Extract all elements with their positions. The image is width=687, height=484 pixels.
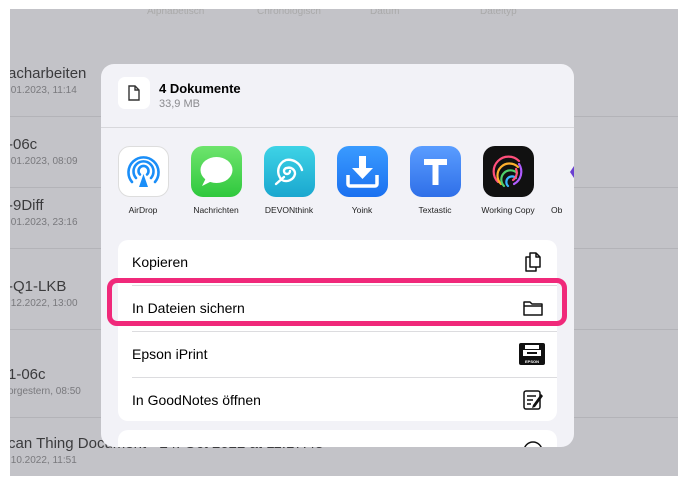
highlight-frame <box>107 278 567 326</box>
app-label: Working Copy <box>481 205 535 215</box>
app-label: DEVONthink <box>264 205 314 215</box>
share-app-messages[interactable]: Nachrichten <box>181 146 251 215</box>
share-app-airdrop[interactable]: AirDrop <box>108 146 178 215</box>
file-date: .01.2023, 08:09 <box>10 156 78 167</box>
share-size: 33,9 MB <box>159 98 200 110</box>
share-app-working-copy[interactable]: Working Copy <box>473 146 543 215</box>
sort-tab[interactable]: Datum <box>370 9 399 17</box>
share-app-yoink[interactable]: Yoink <box>327 146 397 215</box>
file-name: -9Diff <box>10 197 44 214</box>
sort-tab[interactable]: Dateityp <box>480 9 517 17</box>
share-app-obsidian[interactable]: Ob <box>546 146 574 215</box>
file-date: .01.2023, 23:16 <box>10 217 78 228</box>
messages-icon <box>190 146 242 197</box>
app-label: Ob <box>551 205 563 215</box>
action-label: Epson iPrint <box>132 346 208 362</box>
sort-tab[interactable]: Chronologisch <box>257 9 321 17</box>
yoink-icon <box>336 146 388 197</box>
document-icon <box>118 77 150 109</box>
file-name: acharbeiten <box>10 65 87 82</box>
share-sheet: 4 Dokumente 33,9 MB AirDrop Nachrichten … <box>101 64 574 447</box>
share-actions-group-more <box>118 430 557 447</box>
sort-tab[interactable]: Alphabetisch <box>147 9 204 17</box>
file-name: 1-06c <box>10 366 46 383</box>
app-label: Textastic <box>418 205 452 215</box>
file-date: .10.2022, 11:51 <box>10 455 77 466</box>
working-copy-icon <box>482 146 534 197</box>
action-open-in-goodnotes[interactable]: In GoodNotes öffnen <box>118 378 557 423</box>
file-name: -06c <box>10 136 38 153</box>
epson-logo-text: EPSON <box>524 359 539 364</box>
action-label: In GoodNotes öffnen <box>132 392 261 408</box>
share-sheet-header: 4 Dokumente 33,9 MB <box>101 64 574 128</box>
file-date: .12.2022, 13:00 <box>10 298 78 309</box>
file-date: .01.2023, 11:14 <box>10 85 77 96</box>
airdrop-icon <box>117 146 169 197</box>
share-app-devonthink[interactable]: DEVONthink <box>254 146 324 215</box>
sort-tabs: Alphabetisch Chronologisch Datum Dateity… <box>10 9 678 22</box>
app-label: Nachrichten <box>193 205 239 215</box>
app-label: Yoink <box>351 205 373 215</box>
action-label: Kopieren <box>132 254 189 270</box>
devonthink-icon <box>263 146 315 197</box>
app-label: AirDrop <box>128 205 158 215</box>
share-title: 4 Dokumente <box>159 81 241 96</box>
goodnotes-icon <box>521 388 545 412</box>
file-date: orgestern, 08:50 <box>10 386 81 397</box>
share-actions-group: Kopieren In Dateien sichern Epson iPrint… <box>118 240 557 421</box>
copy-icon <box>521 250 545 274</box>
file-name: -Q1-LKB <box>10 278 67 295</box>
share-app-textastic[interactable]: Textastic <box>400 146 470 215</box>
action-epson-iprint[interactable]: Epson iPrint EPSON <box>118 332 557 377</box>
more-action-icon <box>524 441 542 447</box>
epson-printer-icon: EPSON <box>519 343 545 365</box>
obsidian-icon <box>556 146 574 197</box>
textastic-icon <box>409 146 461 197</box>
